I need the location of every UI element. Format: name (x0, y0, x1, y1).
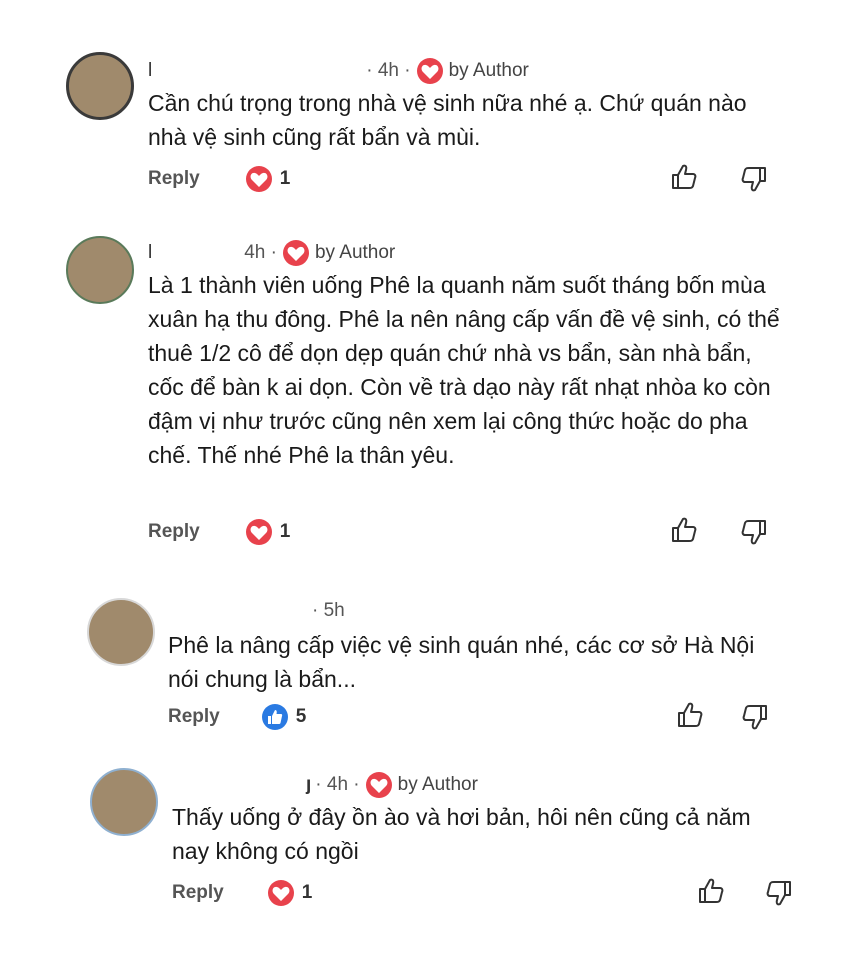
author-heart-icon (416, 58, 443, 84)
thumbs-up-icon[interactable] (670, 163, 698, 191)
author-name[interactable]: ȷ (306, 774, 311, 796)
thumbs-up-icon[interactable] (697, 877, 725, 905)
author-name[interactable]: l (148, 60, 152, 82)
thumbs-up-icon[interactable] (670, 516, 698, 544)
author-tag: by Author (448, 60, 529, 81)
comment-text: Thấy uống ở đây ồn ào và hơi bản, hôi nê… (172, 804, 751, 864)
thumbs-up-reaction-icon (261, 704, 288, 730)
heart-reaction-icon (245, 166, 272, 192)
comment-actions: Reply 5 (168, 704, 306, 730)
author-name[interactable]: l (148, 242, 152, 264)
comment-text: Là 1 thành viên uống Phê la quanh năm su… (148, 272, 780, 468)
reaction-count: 1 (279, 168, 291, 189)
comment-time: · 4h · (315, 774, 360, 795)
comment-time: · 4h · (366, 60, 411, 81)
reaction-count: 1 (279, 521, 291, 542)
heart-reaction-icon (267, 880, 294, 906)
heart-reaction-icon (245, 519, 272, 545)
comment-meta: ȷ · 4h · by Author (172, 772, 478, 798)
comment-meta: · 5h (168, 600, 345, 622)
avatar[interactable] (66, 236, 134, 304)
thumbs-down-icon[interactable] (765, 879, 793, 907)
comment-actions: Reply 1 (148, 519, 290, 545)
thumbs-down-icon[interactable] (740, 165, 768, 193)
reaction-summary[interactable]: 1 (267, 880, 313, 906)
avatar[interactable] (90, 768, 158, 836)
thumbs-down-icon[interactable] (741, 703, 769, 731)
thumbs-up-icon[interactable] (676, 701, 704, 729)
comment-text: Phê la nâng cấp việc vệ sinh quán nhé, c… (168, 632, 755, 692)
reply-button[interactable]: Reply (168, 706, 220, 728)
comment-actions: Reply 1 (148, 166, 290, 192)
comment-text: Cần chú trọng trong nhà vệ sinh nữa nhé … (148, 90, 747, 150)
reply-button[interactable]: Reply (148, 168, 200, 190)
author-heart-icon (282, 240, 309, 266)
reply-button[interactable]: Reply (172, 882, 224, 904)
comment-time: 4h · (244, 242, 277, 263)
comment-meta: l 4h · by Author (148, 240, 395, 266)
author-tag: by Author (314, 242, 396, 263)
avatar[interactable] (66, 52, 134, 120)
author-tag: by Author (397, 774, 478, 795)
comment-meta: l · 4h · by Author (148, 58, 529, 84)
reaction-count: 1 (301, 882, 313, 903)
author-heart-icon (365, 772, 392, 798)
comment-actions: Reply 1 (172, 880, 312, 906)
reaction-count: 5 (295, 706, 307, 727)
reply-button[interactable]: Reply (148, 521, 200, 543)
comment-time: · 5h (312, 600, 345, 621)
reaction-summary[interactable]: 1 (245, 519, 291, 545)
reaction-summary[interactable]: 1 (245, 166, 291, 192)
avatar[interactable] (87, 598, 155, 666)
reaction-summary[interactable]: 5 (261, 704, 307, 730)
thumbs-down-icon[interactable] (740, 518, 768, 546)
